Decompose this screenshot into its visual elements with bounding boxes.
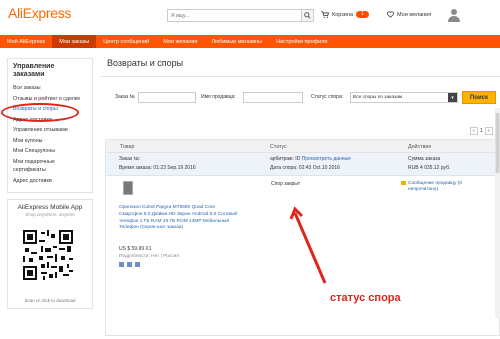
chevron-down-icon: ▾ <box>448 93 457 102</box>
heart-icon <box>387 11 394 18</box>
app-download-text: Scan or click to download <box>24 298 76 303</box>
nav-my-aliexpress[interactable]: Мой AliExpress <box>0 35 52 48</box>
product-badges <box>119 262 140 267</box>
order-number-label: Заказ № <box>115 94 135 100</box>
col-action: Действие <box>408 144 432 150</box>
dispute-status-label: Статус спора: <box>311 94 344 100</box>
search-input[interactable] <box>168 10 301 21</box>
order-snapshot-link[interactable]: (Скрин-шот заказа) <box>140 225 183 230</box>
current-page[interactable]: 1 <box>480 128 483 134</box>
app-title: AliExpress Mobile App <box>17 204 83 211</box>
search-icon <box>304 12 311 19</box>
product-shipping: Подробности: Нет | Россия <box>119 254 179 259</box>
qr-code-icon[interactable] <box>23 230 73 280</box>
dispute-status-value: Все споры по заказам <box>353 95 403 100</box>
nav-message-center[interactable]: Центр сообщений <box>96 35 156 48</box>
sidebar-item-gift-cards[interactable]: Мои подарочные сертификаты <box>13 158 73 174</box>
cart-count-badge: 1 <box>355 11 369 18</box>
sidebar-item-all-orders[interactable]: Все заказы <box>13 83 87 94</box>
user-avatar-icon[interactable] <box>448 8 460 22</box>
prev-page-icon[interactable]: ‹ <box>470 127 478 135</box>
mobile-app-box: AliExpress Mobile App Shop anywhere, any… <box>7 199 93 309</box>
order-number: Заказ №: <box>119 156 141 162</box>
dispute-status-select[interactable]: Все споры по заказам ▾ <box>350 92 458 103</box>
nav-wishlist[interactable]: Мои желания <box>156 35 204 48</box>
arbitration-id: арбитраж: ID <box>270 156 301 162</box>
dispute-status: Спор закрыт <box>271 181 301 187</box>
envelope-icon <box>401 181 406 185</box>
badge-icon <box>127 262 132 267</box>
sidebar-item-delivery-address[interactable]: Адрес доставки <box>13 176 87 187</box>
page-scrollbar[interactable] <box>495 108 500 318</box>
nav-favorite-stores[interactable]: Любимые магазины <box>204 35 269 48</box>
filter-search-button[interactable]: Поиск <box>462 91 496 104</box>
nav-my-orders[interactable]: Мои заказы <box>52 35 97 48</box>
search-box[interactable] <box>167 9 302 22</box>
sidebar-title: Управление заказами <box>13 63 55 78</box>
product-thumbnail[interactable] <box>123 181 133 195</box>
title-divider <box>100 76 500 77</box>
app-subtitle: Shop anywhere, anytime <box>25 212 75 217</box>
message-seller-link[interactable]: Сообщение продавцу (0 непрочитано) <box>401 181 478 193</box>
view-details-link[interactable]: Просмотреть данные <box>302 156 351 162</box>
cart-link[interactable]: Корзина 1 <box>321 11 369 18</box>
cart-label: Корзина <box>332 11 353 18</box>
sidebar-item-manage-reviews[interactable]: Управление отзывами <box>13 125 87 136</box>
seller-name-input[interactable] <box>243 92 303 103</box>
sidebar-item-special-coupons[interactable]: Мои Спецкупоны <box>13 146 87 157</box>
order-date: Время заказа: 01:23 Sep.19 2016 <box>119 165 196 171</box>
order-number-input[interactable] <box>138 92 196 103</box>
aliexpress-logo[interactable]: AliExpress <box>8 5 71 21</box>
order-management-box: Управление заказами Все заказы Отзывы и … <box>1 58 93 193</box>
nav-profile-settings[interactable]: Настройки профиля <box>269 35 334 48</box>
main-content: Возвраты и споры Заказ № Имя продавца: С… <box>100 58 500 336</box>
annotation-text: статус спора <box>330 292 401 304</box>
top-header: AliExpress Корзина 1 Мои желания <box>0 0 500 30</box>
badge-icon <box>119 262 124 267</box>
annotation-arrow <box>289 206 327 284</box>
badge-icon <box>135 262 140 267</box>
message-seller-text[interactable]: Сообщение продавцу (0 непрочитано) <box>408 181 462 192</box>
page-title: Возвраты и споры <box>107 58 184 68</box>
sidebar-item-coupons[interactable]: Мои купоны <box>13 136 87 147</box>
col-product: Товар <box>120 144 135 150</box>
sidebar: Управление заказами Все заказы Отзывы и … <box>1 58 93 309</box>
main-nav: Мой AliExpress Мои заказы Центр сообщени… <box>0 35 500 48</box>
table-header: Товар Статус Действие <box>105 139 500 153</box>
order-sum-label: Сумма заказа <box>408 156 441 162</box>
order-sum-value: RUB 4 035.12 руб. <box>408 165 451 171</box>
wishlist-label: Мои желания <box>397 11 432 18</box>
col-status: Статус <box>270 144 287 150</box>
product-title-link[interactable]: Оригинал Cubot Радуга MT6580 Quad Core С… <box>119 205 239 232</box>
pagination: ‹ 1 › <box>470 127 493 135</box>
cart-icon <box>321 11 329 18</box>
search-button[interactable] <box>302 9 314 22</box>
product-price: US $ 59.99 X1 <box>119 246 152 252</box>
order-info-row: Заказ №: Время заказа: 01:23 Sep.19 2016… <box>105 153 500 176</box>
next-page-icon[interactable]: › <box>484 127 493 135</box>
seller-name-label: Имя продавца: <box>201 94 236 100</box>
wishlist-link[interactable]: Мои желания <box>387 11 431 18</box>
highlight-oval-annotation <box>1 103 79 122</box>
dispute-date: Дата спора: 02:43 Oct.10 2016 <box>270 165 340 171</box>
filter-row: Заказ № Имя продавца: Статус спора: Все … <box>100 91 500 104</box>
